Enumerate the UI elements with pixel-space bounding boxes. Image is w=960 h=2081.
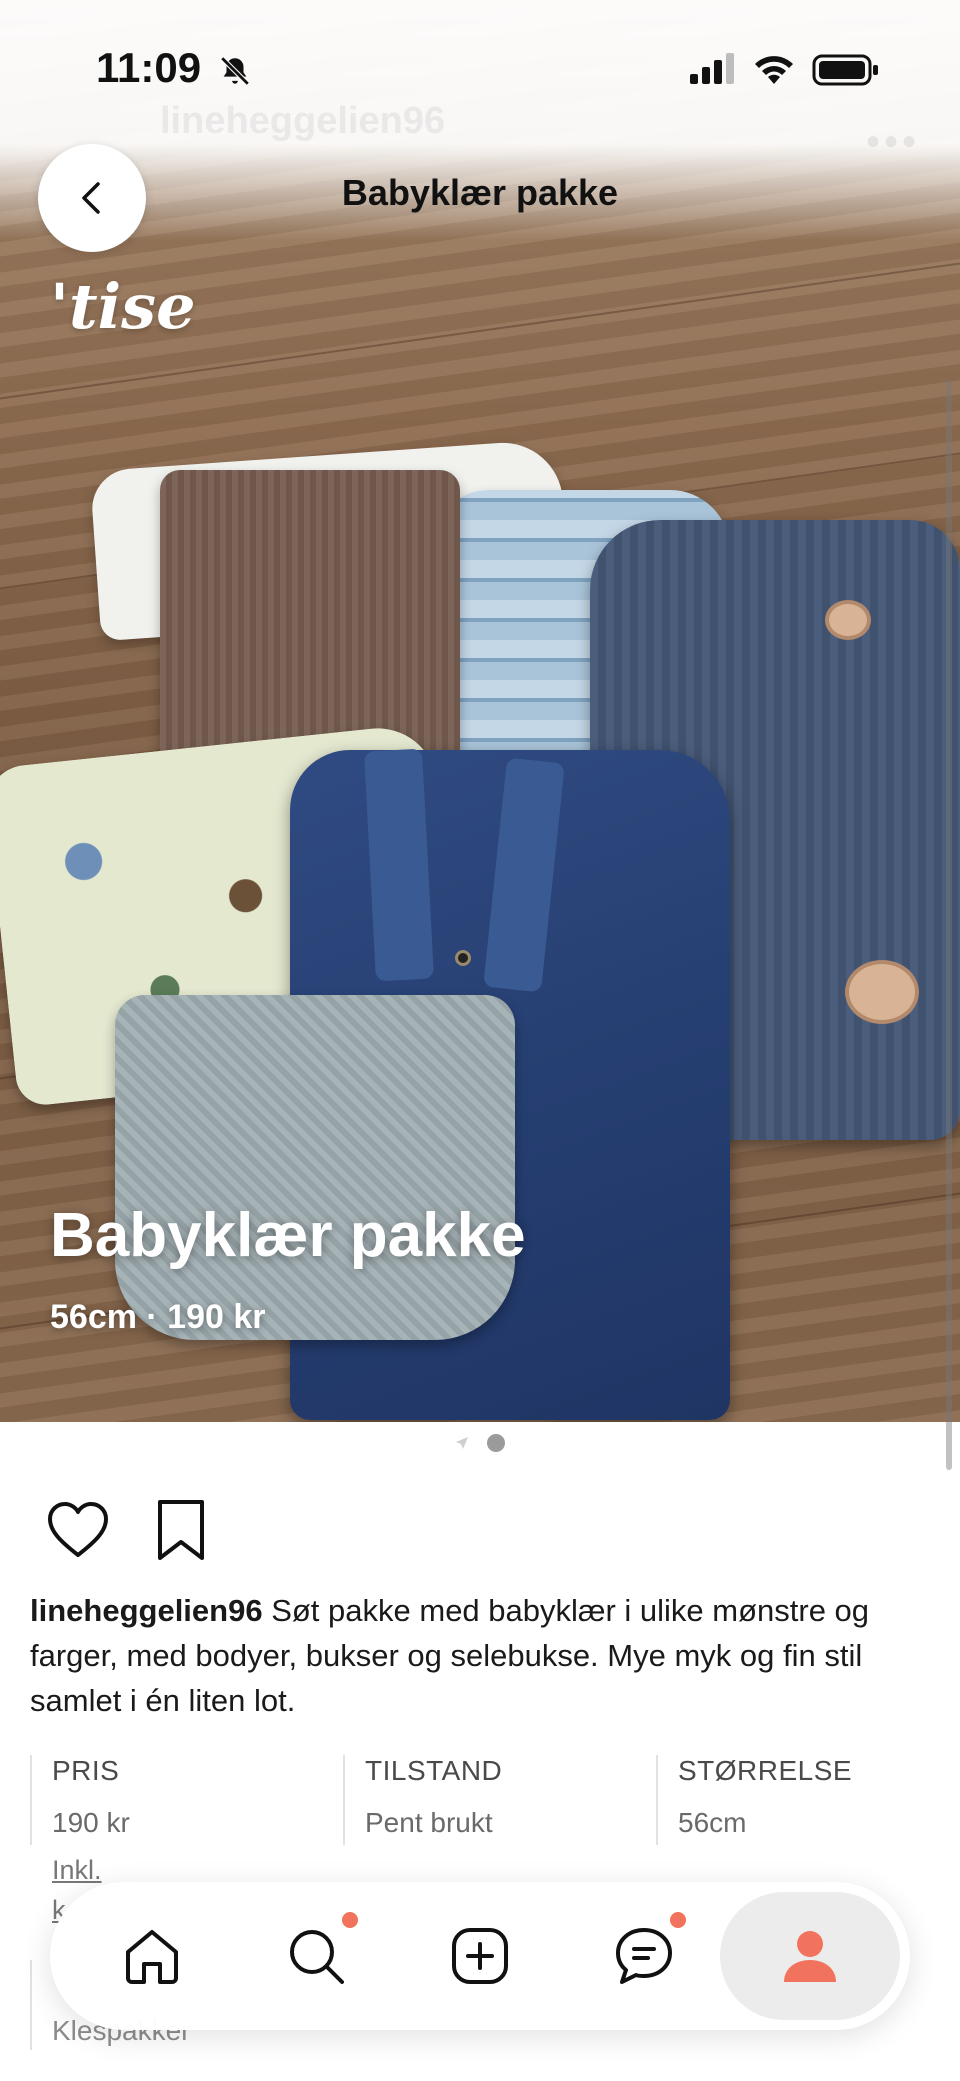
photo-meta: 56cm · 190 kr bbox=[50, 1298, 266, 1336]
tab-search[interactable] bbox=[266, 1906, 366, 2006]
battery-icon bbox=[812, 54, 878, 86]
size-value: 56cm bbox=[678, 1807, 747, 1838]
size-label: STØRRELSE bbox=[678, 1755, 853, 1786]
photo-title: Babyklær pakke bbox=[50, 1201, 526, 1270]
condition-label: TILSTAND bbox=[365, 1755, 503, 1786]
profile-icon bbox=[784, 1931, 836, 1982]
seller-username[interactable]: lineheggelien96 bbox=[30, 1593, 263, 1628]
shipping-info-link[interactable]: Inkl. bbox=[52, 1855, 102, 1886]
ghost-more-icon: ••• bbox=[865, 120, 920, 164]
messages-notification-dot bbox=[670, 1912, 686, 1928]
price-value: 190 kr bbox=[52, 1807, 130, 1838]
bookmark-icon[interactable] bbox=[154, 1498, 208, 1562]
bell-muted-icon bbox=[220, 56, 250, 86]
size-detail: STØRRELSE 56cm bbox=[656, 1755, 936, 1845]
tab-add[interactable] bbox=[430, 1906, 530, 2006]
home-icon bbox=[126, 1930, 178, 1984]
pagination-dot-active[interactable] bbox=[487, 1434, 505, 1452]
category-divider bbox=[30, 1960, 32, 2050]
page-title: Babyklær pakke bbox=[341, 172, 619, 213]
scrollbar[interactable] bbox=[946, 380, 952, 1470]
tise-logo: 'tise bbox=[50, 270, 196, 343]
search-icon bbox=[290, 1930, 344, 1984]
search-notification-dot bbox=[342, 1912, 358, 1928]
status-time: 11:09 bbox=[96, 44, 202, 91]
cellular-signal-icon bbox=[690, 53, 734, 84]
ghost-username: lineheggelien96 bbox=[160, 100, 446, 142]
condition-detail: TILSTAND Pent brukt bbox=[343, 1755, 656, 1845]
price-detail: PRIS 190 kr bbox=[30, 1755, 343, 1845]
listing-description: lineheggelien96 Søt pakke med babyklær i… bbox=[30, 1588, 940, 1723]
add-icon bbox=[452, 1928, 508, 1984]
tab-home[interactable] bbox=[102, 1906, 202, 2006]
tab-profile[interactable] bbox=[720, 1892, 900, 2020]
heart-icon[interactable] bbox=[46, 1500, 110, 1560]
condition-value: Pent brukt bbox=[365, 1807, 493, 1838]
location-arrow-icon bbox=[456, 1437, 468, 1449]
photo-pagination bbox=[0, 1432, 960, 1454]
tab-messages[interactable] bbox=[594, 1906, 694, 2006]
knit-shorts bbox=[115, 995, 515, 1340]
price-label: PRIS bbox=[52, 1755, 120, 1786]
bottom-tab-bar bbox=[50, 1882, 910, 2030]
wifi-icon bbox=[755, 56, 793, 84]
chat-icon bbox=[616, 1928, 672, 1984]
